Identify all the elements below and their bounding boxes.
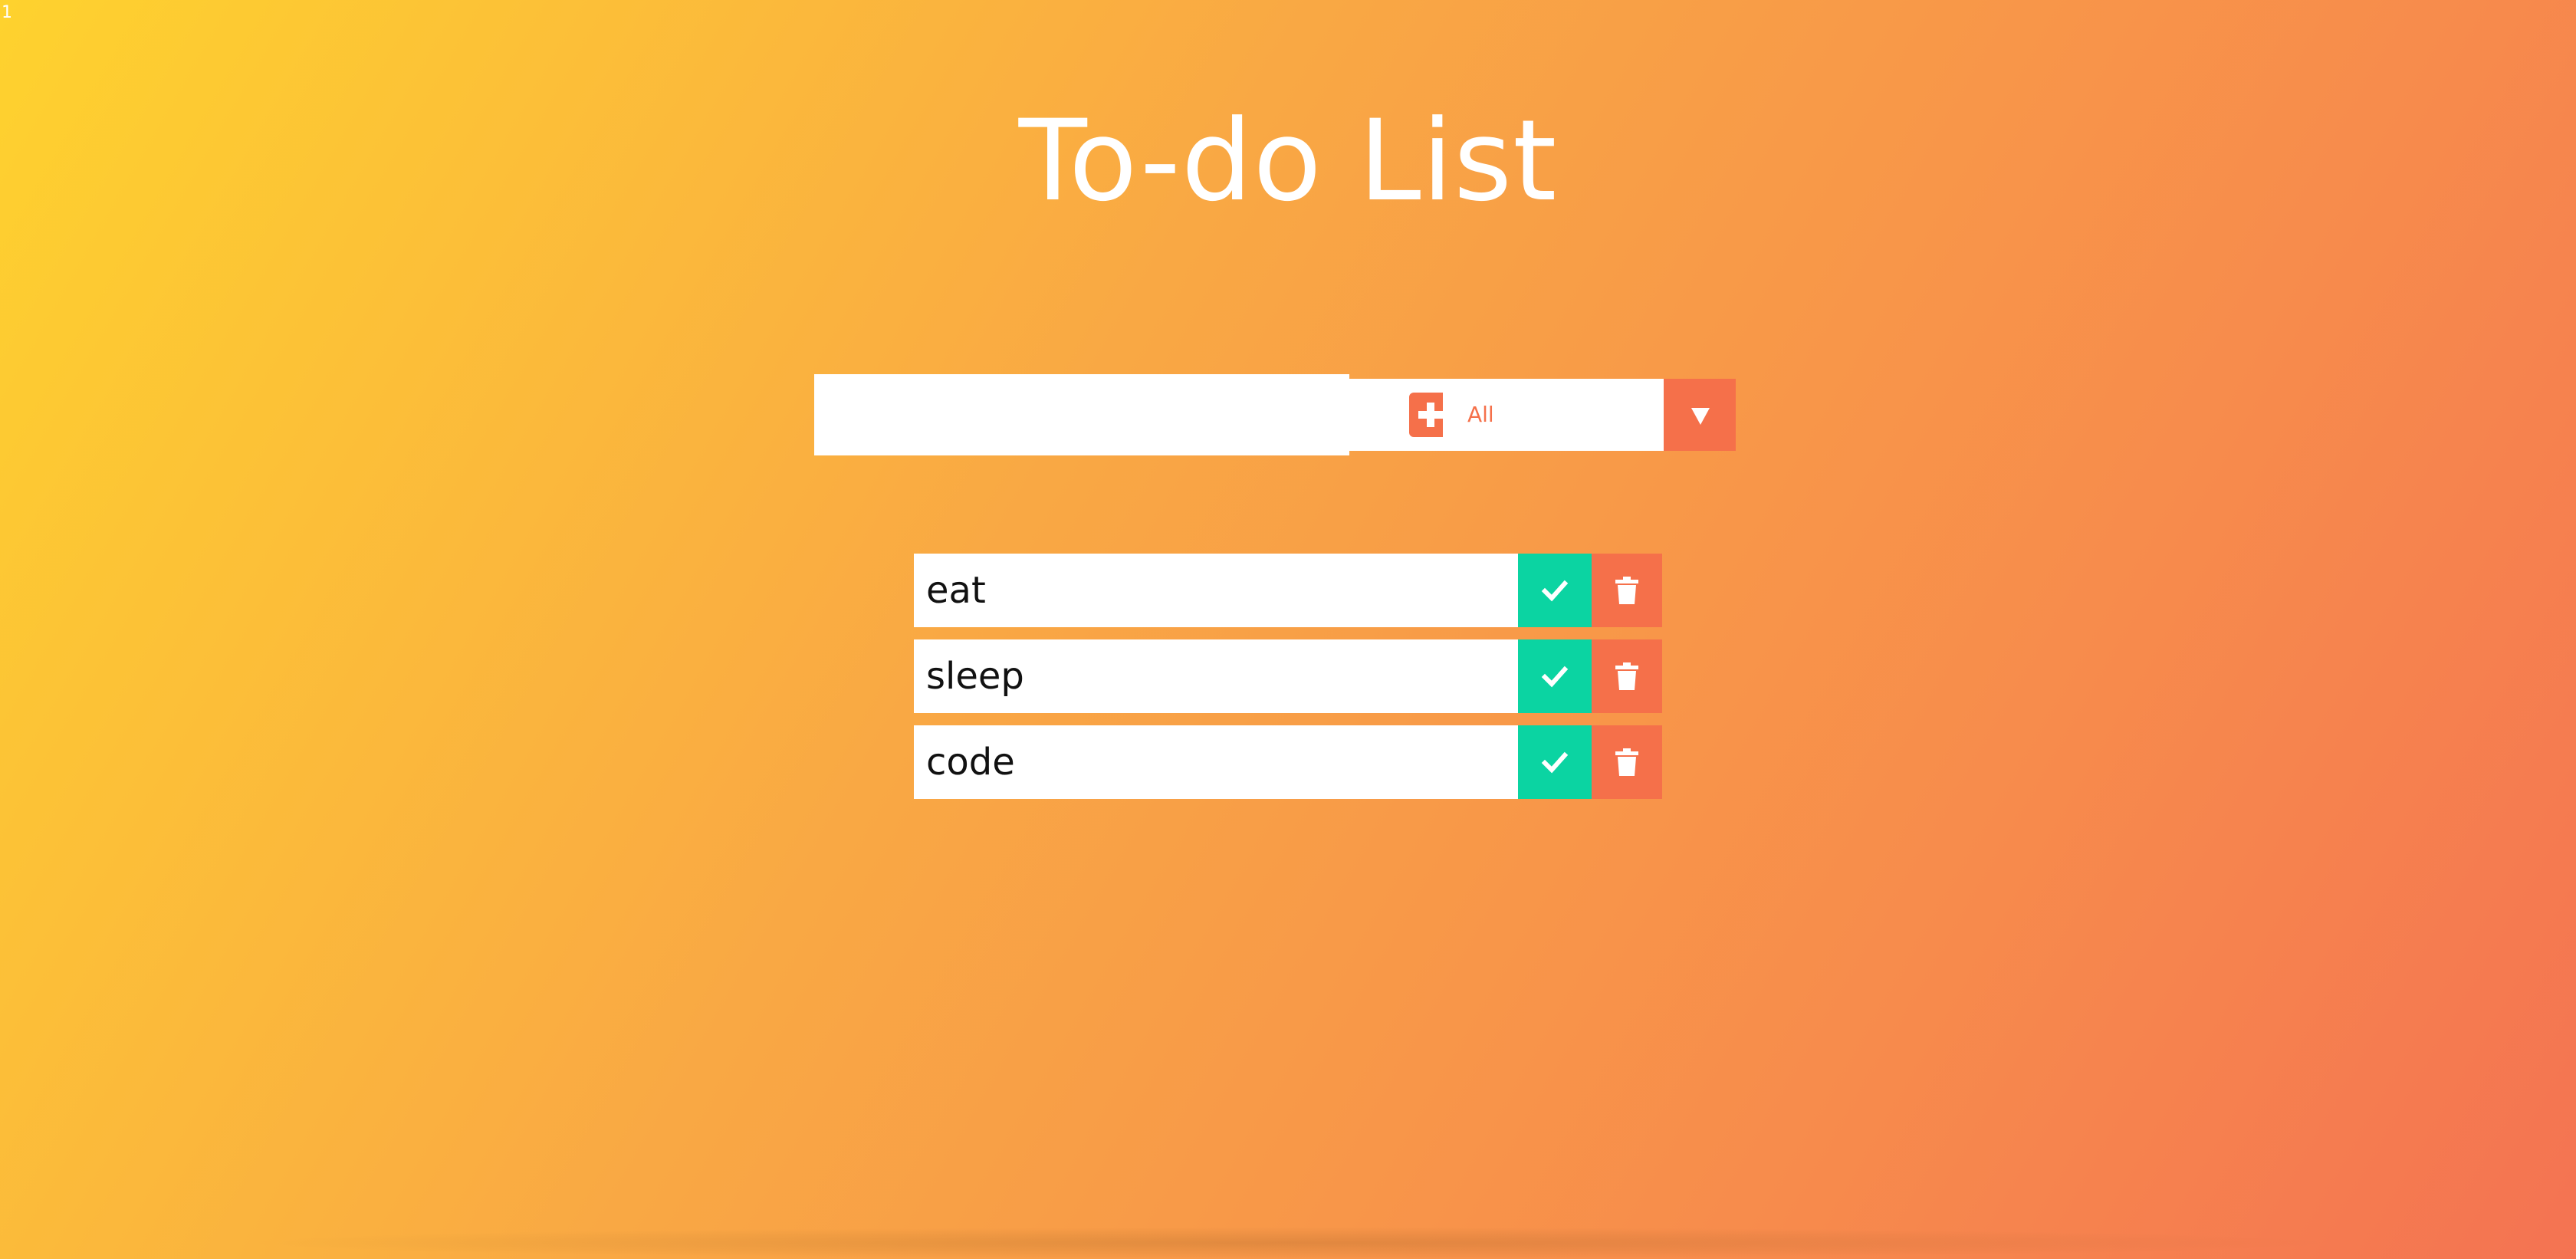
todo-item: eat xyxy=(914,554,1662,627)
check-icon xyxy=(1541,666,1569,688)
caret-down-icon xyxy=(1691,408,1710,425)
filter-select[interactable]: All xyxy=(1443,379,1736,451)
delete-button[interactable] xyxy=(1592,725,1662,799)
todo-text: sleep xyxy=(926,655,1024,698)
check-icon xyxy=(1541,751,1569,774)
page-title: To-do List xyxy=(1018,96,1558,226)
add-todo-form xyxy=(814,374,1464,455)
complete-button[interactable] xyxy=(1518,639,1592,713)
complete-button[interactable] xyxy=(1518,725,1592,799)
delete-button[interactable] xyxy=(1592,639,1662,713)
filter-selected-value: All xyxy=(1467,402,1494,427)
trash-icon xyxy=(1615,577,1638,604)
complete-button[interactable] xyxy=(1518,554,1592,627)
add-button-strip xyxy=(1349,379,1397,451)
todo-text: eat xyxy=(926,569,986,612)
todo-text: code xyxy=(926,741,1015,784)
corner-mark: 1 xyxy=(2,3,12,22)
filter-dropdown-arrow[interactable] xyxy=(1664,379,1736,451)
bottom-shadow xyxy=(230,1227,2346,1259)
check-icon xyxy=(1541,580,1569,602)
delete-button[interactable] xyxy=(1592,554,1662,627)
todo-item: sleep xyxy=(914,639,1662,713)
todo-input[interactable] xyxy=(814,374,1349,455)
trash-icon xyxy=(1615,748,1638,776)
todo-item: code xyxy=(914,725,1662,799)
trash-icon xyxy=(1615,662,1638,690)
todo-list: eat sleep code xyxy=(914,554,1662,811)
